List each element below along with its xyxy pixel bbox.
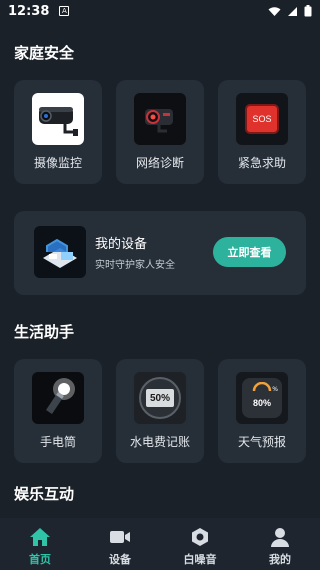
tab-label: 我的: [269, 553, 291, 566]
device-card-subtitle: 实时守护家人安全: [95, 260, 175, 271]
battery-icon: [304, 5, 312, 17]
section-title-life-helper: 生活助手: [14, 323, 75, 341]
signal-icon: [288, 6, 297, 16]
feature-emergency-help[interactable]: SOS 紧急求助: [218, 80, 306, 184]
feature-flashlight[interactable]: 手电筒: [14, 359, 102, 463]
sos-label: SOS: [245, 104, 279, 134]
person-icon: [270, 526, 290, 548]
bottom-tab-bar: 首页 设备 白噪音 我的: [0, 518, 320, 570]
weather-readout: 80%: [252, 398, 271, 408]
feature-utility-bill[interactable]: 50% 水电费记账: [116, 359, 204, 463]
home-icon: [29, 526, 51, 548]
feature-network-diagnosis[interactable]: 网络诊断: [116, 80, 204, 184]
tab-home[interactable]: 首页: [0, 518, 80, 570]
weather-icon: % 80%: [236, 372, 288, 424]
feature-label: 网络诊断: [135, 156, 184, 170]
meter-readout: 50%: [146, 389, 174, 407]
status-time: 12:38: [8, 3, 50, 19]
device-card-title: 我的设备: [95, 237, 148, 252]
feature-label: 天气预报: [237, 435, 286, 449]
hexagon-nut-icon: [190, 526, 210, 548]
tab-label: 设备: [109, 553, 131, 566]
my-device-card[interactable]: 我的设备 实时守护家人安全 立即查看: [14, 211, 306, 295]
tab-label: 白噪音: [183, 553, 217, 566]
video-icon: [109, 526, 131, 548]
network-camera-icon: [134, 93, 186, 145]
view-now-button[interactable]: 立即查看: [213, 237, 286, 267]
sos-icon: SOS: [236, 93, 288, 145]
wifi-icon: [268, 6, 281, 16]
feature-label: 摄像监控: [33, 156, 82, 170]
feature-label: 紧急求助: [237, 156, 286, 170]
tab-label: 首页: [29, 553, 51, 566]
flashlight-icon: [32, 372, 84, 424]
section-title-entertainment: 娱乐互动: [14, 485, 75, 503]
notification-icon: A: [59, 6, 70, 16]
camera-icon: [32, 93, 84, 145]
section-title-home-security: 家庭安全: [14, 44, 75, 62]
tab-devices[interactable]: 设备: [80, 518, 160, 570]
weather-unit: %: [272, 386, 278, 393]
status-right: [268, 5, 312, 17]
status-bar: 12:38 A: [0, 0, 320, 22]
feature-camera-monitor[interactable]: 摄像监控: [14, 80, 102, 184]
tab-white-noise[interactable]: 白噪音: [160, 518, 240, 570]
smart-home-device-icon: [34, 226, 86, 278]
feature-label: 水电费记账: [129, 435, 190, 449]
meter-icon: 50%: [134, 372, 186, 424]
tab-mine[interactable]: 我的: [240, 518, 320, 570]
feature-label: 手电筒: [39, 435, 76, 449]
feature-weather[interactable]: % 80% 天气预报: [218, 359, 306, 463]
